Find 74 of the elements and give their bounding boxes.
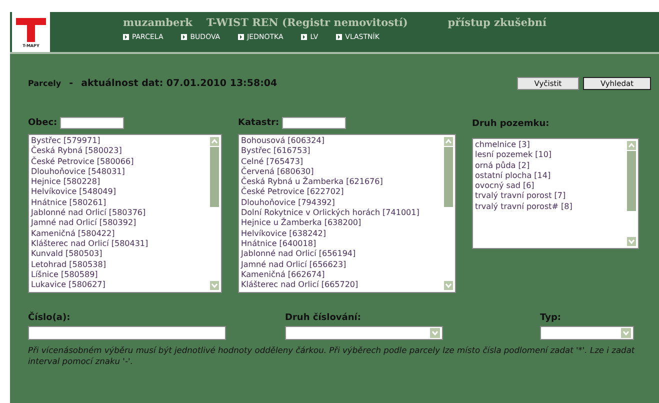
list-item[interactable]: Letohrad [580538] [31,260,206,270]
list-item[interactable]: Jamné nad Orlicí [580392] [31,218,206,229]
list-item[interactable]: Česká Rybná [580023] [31,146,206,157]
scroll-down-icon[interactable] [210,281,219,290]
scroll-up-icon[interactable] [444,137,453,146]
title-separator: - [69,78,74,89]
list-item[interactable]: orná půda [2] [475,160,623,171]
dropdown[interactable] [285,326,443,340]
list-item[interactable]: Bohousová [606324] [241,136,440,146]
list-item[interactable]: Česká Rybná u Žamberka [621676] [241,177,440,188]
list-box[interactable] [28,134,222,293]
list-item[interactable]: Klášterec nad Orlicí [665720] [241,280,440,290]
list-item[interactable]: Helvíkovice [638242] [241,228,440,239]
input-field[interactable] [28,326,226,340]
list-item[interactable]: Hnátnice [580261] [31,198,206,208]
list-item[interactable]: Bystřec [616753] [241,146,440,157]
filter-input[interactable] [60,117,124,129]
list-item[interactable]: Hejnice u Žamberka [638200] [241,218,440,229]
filter-input[interactable] [282,117,346,129]
list-item[interactable]: Dolní Rokytnice v Orlických horách [741001] [241,208,440,218]
list-item[interactable]: Jamné nad Orlicí [656623] [241,260,440,270]
list-item[interactable]: Helvíkovice [548049] [31,187,206,198]
list-item[interactable]: Kunvald [580503] [31,249,206,260]
field-label: Typ: [540,313,562,323]
list-item[interactable]: ostatní plocha [14] [475,170,623,182]
bullet-arrow-icon [336,34,342,40]
dropdown-arrow-icon [430,328,440,338]
list-item[interactable]: trvalý travní porost [7] [475,191,623,202]
filter-label: Obec: [28,118,58,128]
help-note: Při vícenásobném výběru musí být jednotlivé hodnoty odděleny čárkou. Při výběrech podle parcely lze místo čísla podlomení zadat '*'. Lze i zadat interval pomocí znaku '-'. [28,345,636,367]
list-item[interactable]: Dlouhoňovice [794392] [241,198,440,208]
bullet-arrow-icon [238,34,244,40]
bullet-arrow-icon [181,34,188,40]
filter-label: Katastr: [238,118,280,128]
list-item[interactable]: ovocný sad [6] [475,181,623,192]
page-title: Parcely [28,79,62,88]
scrollbar[interactable] [444,137,453,290]
list-item[interactable]: České Petrovice [622702] [241,187,440,198]
site-name: muzamberk [123,17,192,29]
list-item[interactable]: České Petrovice [580066] [31,156,206,167]
list-box[interactable] [238,134,456,293]
list-item[interactable]: Jablonné nad Orlicí [580376] [31,208,206,218]
app-title: T-WIST REN (Registr nemovitostí) [206,17,408,29]
list-item[interactable]: Líšnice [580589] [31,270,206,280]
list-item[interactable]: Hnátnice [640018] [241,238,440,250]
list-item[interactable]: Hejnice [580228] [31,177,206,188]
field-label: Číslo(a): [28,313,72,323]
list-item[interactable]: Dlouhoňovice [548031] [31,166,206,178]
scroll-up-icon[interactable] [627,141,636,150]
scroll-up-icon[interactable] [210,137,219,146]
list-item[interactable]: Červená [680630] [241,166,440,178]
list-item[interactable]: lesní pozemek [10] [475,150,623,161]
list-item[interactable]: chmelnice [3] [475,140,623,150]
scrollbar[interactable] [210,137,219,290]
dropdown-arrow-icon [621,328,631,338]
list-item[interactable]: Lukavice [580627] [31,280,206,290]
scroll-down-icon[interactable] [444,281,453,290]
filter-label: Druh pozemku: [472,119,550,129]
scrollbar[interactable] [627,141,636,246]
list-item[interactable]: Klášterec nad Orlicí [580431] [31,238,206,250]
bullet-arrow-icon [301,34,308,40]
list-box[interactable]: chmelnice [3] lesní pozemek [10] orná půda [2] ostatní plocha [14] ovocný sad [6] trvalý travní porost [7] trvalý travní porost# [8] [472,138,639,249]
list-item[interactable]: Jablonné nad Orlicí [656194] [241,249,440,260]
bullet-arrow-icon [123,34,129,40]
data-freshness: aktuálnost dat: 07.01.2010 13:58:04 [81,78,278,89]
dropdown[interactable] [540,326,634,340]
scroll-down-icon[interactable] [627,237,636,246]
list-item[interactable]: Kameničná [662674] [241,270,440,280]
list-item[interactable]: trvalý travní porost# [8] [475,202,623,212]
list-item[interactable]: Bystřec [579971] [31,136,206,146]
list-item[interactable]: Kameničná [580422] [31,228,206,239]
list-item[interactable]: Celné [765473] [241,156,440,167]
field-label: Druh číslování: [285,313,362,323]
access-mode: přístup zkušební [448,17,546,29]
